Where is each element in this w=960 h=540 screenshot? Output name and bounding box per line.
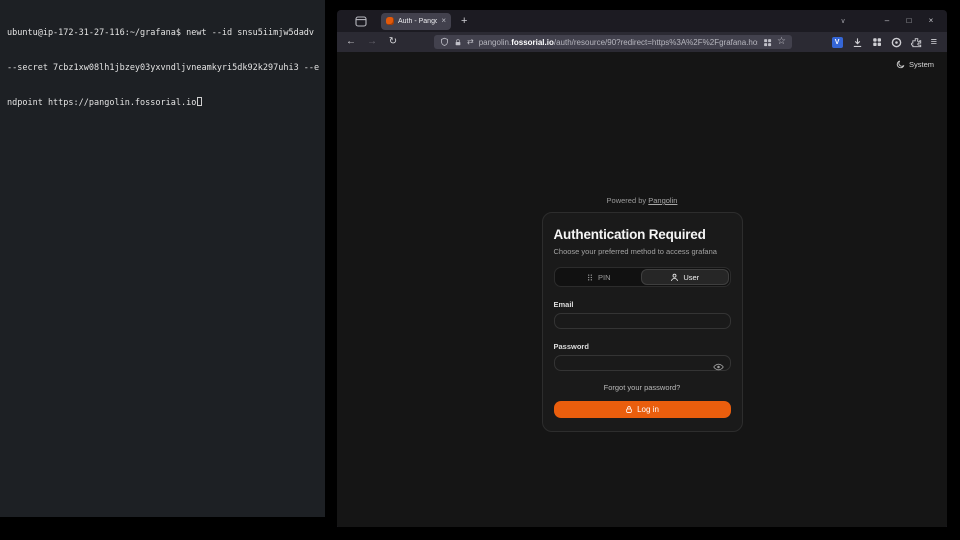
password-field-wrapper [554, 355, 731, 371]
login-lock-icon [625, 405, 633, 414]
page-content: System Powered by Pangolin Authenticatio… [337, 52, 947, 527]
card-subtitle: Choose your preferred method to access g… [554, 247, 731, 256]
email-field[interactable] [554, 313, 731, 329]
show-password-eye-icon[interactable] [713, 363, 724, 371]
https-lock-icon[interactable] [454, 38, 462, 47]
browser-window: Auth - Pangolin × + ∨ – □ × ← → ↻ ⇄ pang… [337, 10, 947, 527]
navigation-toolbar: ← → ↻ ⇄ pangolin.fossorial.io/auth/resou… [337, 32, 947, 52]
list-tabs-chevron-icon[interactable]: ∨ [835, 18, 851, 25]
apps-grid-icon[interactable] [872, 37, 882, 47]
pin-keypad-icon [586, 273, 594, 282]
tracking-shield-icon[interactable] [440, 37, 449, 47]
terminal-window[interactable]: ubuntu@ip-172-31-27-116:~/grafana$ newt … [0, 0, 325, 517]
auth-section: Powered by Pangolin Authentication Requi… [337, 196, 947, 432]
terminal-cursor [197, 97, 202, 106]
password-label: Password [554, 342, 731, 351]
tab-user-label: User [683, 273, 699, 282]
terminal-line: ubuntu@ip-172-31-27-116:~/grafana$ newt … [7, 28, 318, 40]
terminal-line: ndpoint https://pangolin.fossorial.io [7, 97, 318, 110]
tab-title: Auth - Pangolin [398, 18, 437, 25]
theme-label: System [909, 60, 934, 69]
firefox-view-icon[interactable] [353, 14, 368, 29]
browser-tab-auth-pangolin[interactable]: Auth - Pangolin × [381, 13, 451, 30]
powered-by: Powered by Pangolin [607, 196, 678, 205]
password-field[interactable] [554, 355, 731, 371]
blue-extension-icon[interactable]: V [832, 37, 843, 48]
downloads-icon[interactable] [852, 37, 863, 48]
moon-theme-icon [896, 60, 905, 69]
tab-pin-label: PIN [598, 273, 611, 282]
new-tab-button[interactable]: + [461, 16, 467, 27]
toolbar-extensions: V ≡ [832, 37, 939, 48]
tab-pin[interactable]: PIN [556, 269, 642, 285]
url-prefix: pangolin. [479, 38, 511, 47]
record-circle-extension-icon[interactable] [891, 37, 902, 48]
auth-method-tabs: PIN User [554, 267, 731, 287]
terminal-line: --secret 7cbz1xw08lh1jbzey03yxvndljvneam… [7, 63, 318, 75]
permissions-swap-icon[interactable]: ⇄ [467, 38, 474, 46]
tab-user[interactable]: User [641, 269, 729, 285]
url-path: /auth/resource/90?redirect=https%3A%2F%2… [554, 38, 758, 47]
close-window-button[interactable]: × [923, 17, 939, 25]
bookmark-star-icon[interactable]: ☆ [777, 37, 786, 47]
url-bar[interactable]: ⇄ pangolin.fossorial.io/auth/resource/90… [434, 35, 792, 49]
user-icon [670, 273, 679, 282]
pangolin-link[interactable]: Pangolin [648, 196, 677, 205]
terminal-line-text: ndpoint https://pangolin.fossorial.io [7, 98, 196, 108]
page-actions-grid-icon[interactable] [763, 38, 772, 47]
url-text[interactable]: pangolin.fossorial.io/auth/resource/90?r… [479, 38, 758, 47]
email-label: Email [554, 300, 731, 309]
log-in-button[interactable]: Log in [554, 401, 731, 418]
forward-button[interactable]: → [366, 37, 378, 47]
tab-bar: Auth - Pangolin × + ∨ – □ × [337, 10, 947, 32]
pangolin-favicon-icon [386, 17, 394, 25]
minimize-button[interactable]: – [879, 17, 895, 25]
maximize-button[interactable]: □ [901, 17, 917, 25]
tab-close-icon[interactable]: × [441, 17, 446, 25]
reload-button[interactable]: ↻ [387, 37, 399, 47]
url-domain: fossorial.io [511, 38, 554, 47]
log-in-label: Log in [637, 405, 659, 414]
card-title: Authentication Required [554, 227, 731, 242]
theme-toggle[interactable]: System [896, 60, 934, 69]
extensions-puzzle-icon[interactable] [911, 37, 922, 48]
powered-by-text: Powered by [607, 196, 649, 205]
forgot-password-link[interactable]: Forgot your password? [554, 383, 731, 392]
back-button[interactable]: ← [345, 37, 357, 47]
hamburger-menu-icon[interactable]: ≡ [931, 37, 937, 48]
auth-card: Authentication Required Choose your pref… [542, 212, 743, 432]
